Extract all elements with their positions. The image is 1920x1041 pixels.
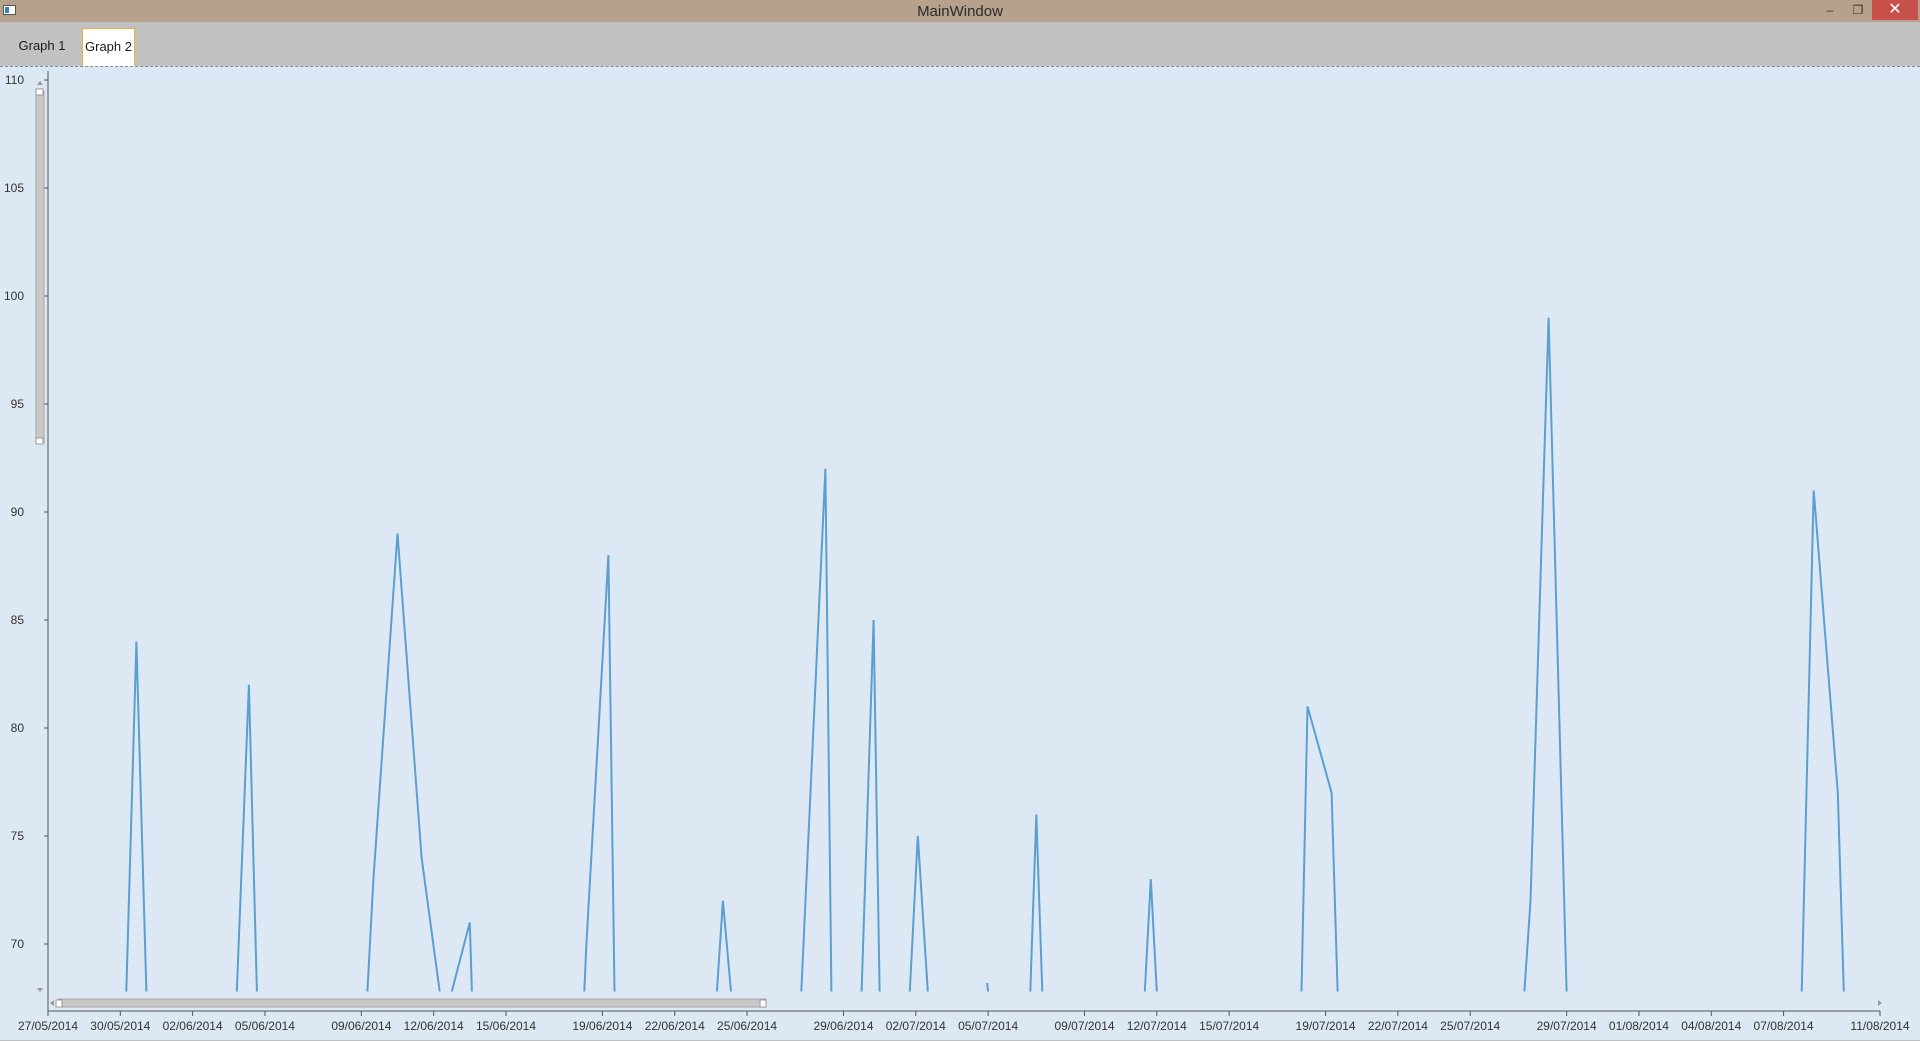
x-tick-label: 04/08/2014 [1681,1019,1741,1033]
tab-strip: Graph 1 Graph 2 [0,22,1920,66]
horizontal-scrollbar-handle-right [759,999,767,1008]
scroll-right-icon [1878,1000,1882,1006]
series-line-segment [908,835,929,992]
x-tick-label: 09/06/2014 [331,1019,391,1033]
series-line-segment [800,468,833,992]
y-tick-label: 90 [11,505,25,519]
x-tick-label: 27/05/2014 [18,1019,78,1033]
series-line-segment [235,684,258,992]
x-tick-label: 19/07/2014 [1296,1019,1356,1033]
window-title: MainWindow [917,3,1003,20]
x-tick-label: 29/06/2014 [813,1019,873,1033]
series-line-segment [450,922,473,992]
x-tick-label: 29/07/2014 [1537,1019,1597,1033]
minimize-button[interactable]: ‒ [1816,0,1844,20]
x-tick-label: 01/08/2014 [1609,1019,1669,1033]
series-line-segment [1143,879,1158,992]
x-tick-label: 05/07/2014 [958,1019,1018,1033]
title-bar[interactable]: MainWindow ‒ ❐ ✕ [0,0,1920,23]
series-line-segment [366,533,441,992]
restore-button[interactable]: ❐ [1844,0,1872,20]
scroll-down-icon [37,988,43,992]
y-tick-label: 105 [4,181,24,195]
vertical-scrollbar-handle-bottom [35,437,44,445]
x-tick-label: 19/06/2014 [572,1019,632,1033]
x-tick-label: 09/07/2014 [1054,1019,1114,1033]
vertical-scrollbar-thumb[interactable] [35,90,45,444]
y-tick-label: 70 [11,937,25,951]
series-line-segment [860,619,881,992]
x-tick-label: 15/06/2014 [476,1019,536,1033]
y-tick-label: 95 [11,397,25,411]
horizontal-scrollbar-handle-left [55,999,63,1008]
x-tick-label: 07/08/2014 [1754,1019,1814,1033]
scroll-up-icon [37,81,43,85]
x-tick-label: 05/06/2014 [235,1019,295,1033]
series-line-segment [125,641,148,992]
x-tick-label: 02/06/2014 [163,1019,223,1033]
x-tick-label: 25/07/2014 [1440,1019,1500,1033]
y-tick-label: 110 [5,73,24,87]
series-line-segment [715,900,732,992]
x-tick-label: 22/06/2014 [645,1019,705,1033]
tab-graph-1[interactable]: Graph 1 [8,28,76,64]
x-tick-label: 12/07/2014 [1127,1019,1187,1033]
y-tick-label: 75 [11,829,25,843]
line-chart[interactable]: 70 75 80 85 90 95 100 105 110 27/05/2014 30/05/201… [0,67,1920,1041]
x-tick-label: 22/07/2014 [1368,1019,1428,1033]
vertical-scrollbar-handle-top [35,88,44,96]
y-tick-label: 80 [11,721,25,735]
y-tick-label: 100 [4,289,24,303]
x-tick-label: 12/06/2014 [404,1019,464,1033]
series-line-segment [583,555,616,992]
y-tick-label: 85 [11,613,25,627]
series-line-segment [1029,814,1044,992]
x-tick-label: 15/07/2014 [1199,1019,1259,1033]
series-line-segment [1800,490,1845,992]
x-tick-label: 30/05/2014 [90,1019,150,1033]
series-line-segment [1300,706,1339,992]
tab-graph-2[interactable]: Graph 2 [82,28,135,66]
x-tick-label: 11/08/2014 [1850,1019,1909,1033]
x-tick-label: 02/07/2014 [886,1019,946,1033]
close-button[interactable]: ✕ [1872,0,1918,20]
horizontal-scrollbar-thumb[interactable] [57,998,767,1008]
series-line-segment [1523,317,1568,992]
series-line-segment [986,982,990,992]
scroll-left-icon [50,1000,54,1006]
x-tick-label: 25/06/2014 [717,1019,777,1033]
chart-area: 70 75 80 85 90 95 100 105 110 27/05/2014 30/05/201… [0,66,1920,1040]
